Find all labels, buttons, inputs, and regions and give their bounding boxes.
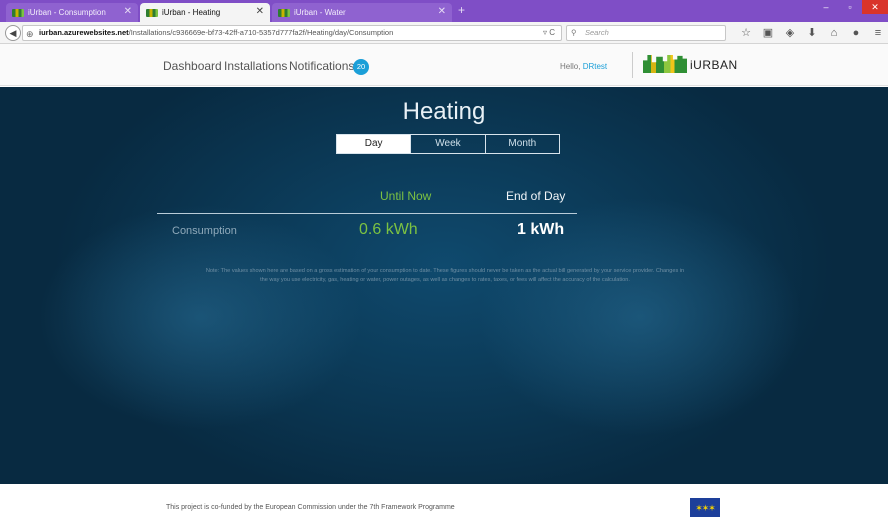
minimize-icon[interactable]: – bbox=[816, 0, 836, 14]
tab-title: iUrban - Heating bbox=[162, 8, 221, 17]
header-divider bbox=[632, 52, 633, 78]
tab-close-icon[interactable]: ✕ bbox=[438, 6, 446, 17]
table-divider bbox=[157, 213, 577, 214]
tab-week[interactable]: Week bbox=[410, 135, 484, 153]
url-host: iurban.azurewebsites.net bbox=[39, 28, 129, 37]
tab-consumption[interactable]: iUrban - Consumption ✕ bbox=[6, 3, 138, 22]
address-bar[interactable]: ⊕ iurban.azurewebsites.net/Installations… bbox=[22, 25, 562, 41]
until-now-header: Until Now bbox=[380, 189, 432, 203]
url-path: /Installations/c936669e-bf73-42ff-a710-5… bbox=[128, 28, 394, 37]
iurban-logo-icon[interactable] bbox=[643, 55, 687, 73]
clipboard-icon[interactable]: ▣ bbox=[760, 25, 776, 41]
menu-icon[interactable]: ≡ bbox=[870, 25, 886, 41]
download-icon[interactable]: ⬇ bbox=[804, 25, 820, 41]
reload-icon[interactable]: ▿ C bbox=[543, 26, 555, 40]
home-icon[interactable]: ⌂ bbox=[826, 25, 842, 41]
logo-text[interactable]: iURBAN bbox=[690, 58, 738, 72]
maximize-icon[interactable]: ▫ bbox=[840, 0, 860, 14]
browser-toolbar-icons: ☆ ▣ ◈ ⬇ ⌂ ● ≡ bbox=[738, 25, 886, 41]
disclaimer-line-2: the way you use electricity, gas, heatin… bbox=[260, 277, 630, 283]
tab-day[interactable]: Day bbox=[337, 135, 411, 153]
search-icon: ⚲ bbox=[571, 28, 577, 37]
pocket-icon[interactable]: ◈ bbox=[782, 25, 798, 41]
end-of-day-value: 1 kWh bbox=[517, 221, 565, 238]
iurban-favicon-icon bbox=[146, 8, 158, 17]
browser-navbar: ◀ ⊕ iurban.azurewebsites.net/Installatio… bbox=[0, 22, 888, 44]
search-input[interactable]: ⚲ Search bbox=[566, 25, 726, 41]
username-link[interactable]: DRtest bbox=[583, 62, 607, 71]
tab-month[interactable]: Month bbox=[484, 135, 559, 153]
search-placeholder: Search bbox=[585, 28, 609, 37]
nav-notifications[interactable]: Notifications bbox=[289, 59, 354, 73]
page-title: Heating bbox=[402, 98, 486, 125]
iurban-favicon-icon bbox=[12, 8, 24, 17]
end-of-day-header: End of Day bbox=[506, 189, 566, 203]
consumption-label: Consumption bbox=[172, 225, 237, 237]
disclaimer-note: Note: The values shown here are based on… bbox=[150, 267, 740, 285]
new-tab-icon[interactable]: + bbox=[458, 3, 465, 17]
browser-titlebar: iUrban - Consumption ✕ iUrban - Heating … bbox=[0, 0, 888, 22]
nav-installations[interactable]: Installations bbox=[224, 59, 287, 73]
tab-water[interactable]: iUrban - Water ✕ bbox=[272, 3, 452, 22]
tab-title: iUrban - Consumption bbox=[28, 8, 106, 17]
disclaimer-line-1: Note: The values shown here are based on… bbox=[205, 268, 685, 274]
star-icon[interactable]: ☆ bbox=[738, 25, 754, 41]
nav-dashboard[interactable]: Dashboard bbox=[163, 59, 222, 73]
user-greeting: Hello, DRtest bbox=[560, 62, 607, 71]
notifications-badge[interactable]: 20 bbox=[353, 59, 369, 75]
funding-text: This project is co-funded by the Europea… bbox=[166, 504, 455, 511]
greeting-text: Hello, bbox=[560, 62, 581, 71]
eu-flag-icon: ✶✶✶ bbox=[690, 498, 720, 517]
iurban-favicon-icon bbox=[278, 8, 290, 17]
close-window-icon[interactable]: ✕ bbox=[862, 0, 888, 14]
main-panel: Heating Day Week Month Until Now End of … bbox=[0, 87, 888, 484]
globe-icon: ⊕ bbox=[26, 29, 34, 39]
period-selector: Day Week Month bbox=[336, 134, 560, 154]
until-now-value: 0.6 kWh bbox=[359, 221, 418, 238]
chat-icon[interactable]: ● bbox=[848, 25, 864, 41]
tab-heating[interactable]: iUrban - Heating ✕ bbox=[140, 3, 270, 22]
site-header: Dashboard Installations Notifications 20… bbox=[0, 44, 888, 86]
tab-title: iUrban - Water bbox=[294, 8, 346, 17]
tab-close-icon[interactable]: ✕ bbox=[256, 6, 264, 17]
tab-close-icon[interactable]: ✕ bbox=[124, 6, 132, 17]
page-footer: This project is co-funded by the Europea… bbox=[0, 484, 888, 517]
back-arrow-icon[interactable]: ◀ bbox=[5, 25, 21, 41]
